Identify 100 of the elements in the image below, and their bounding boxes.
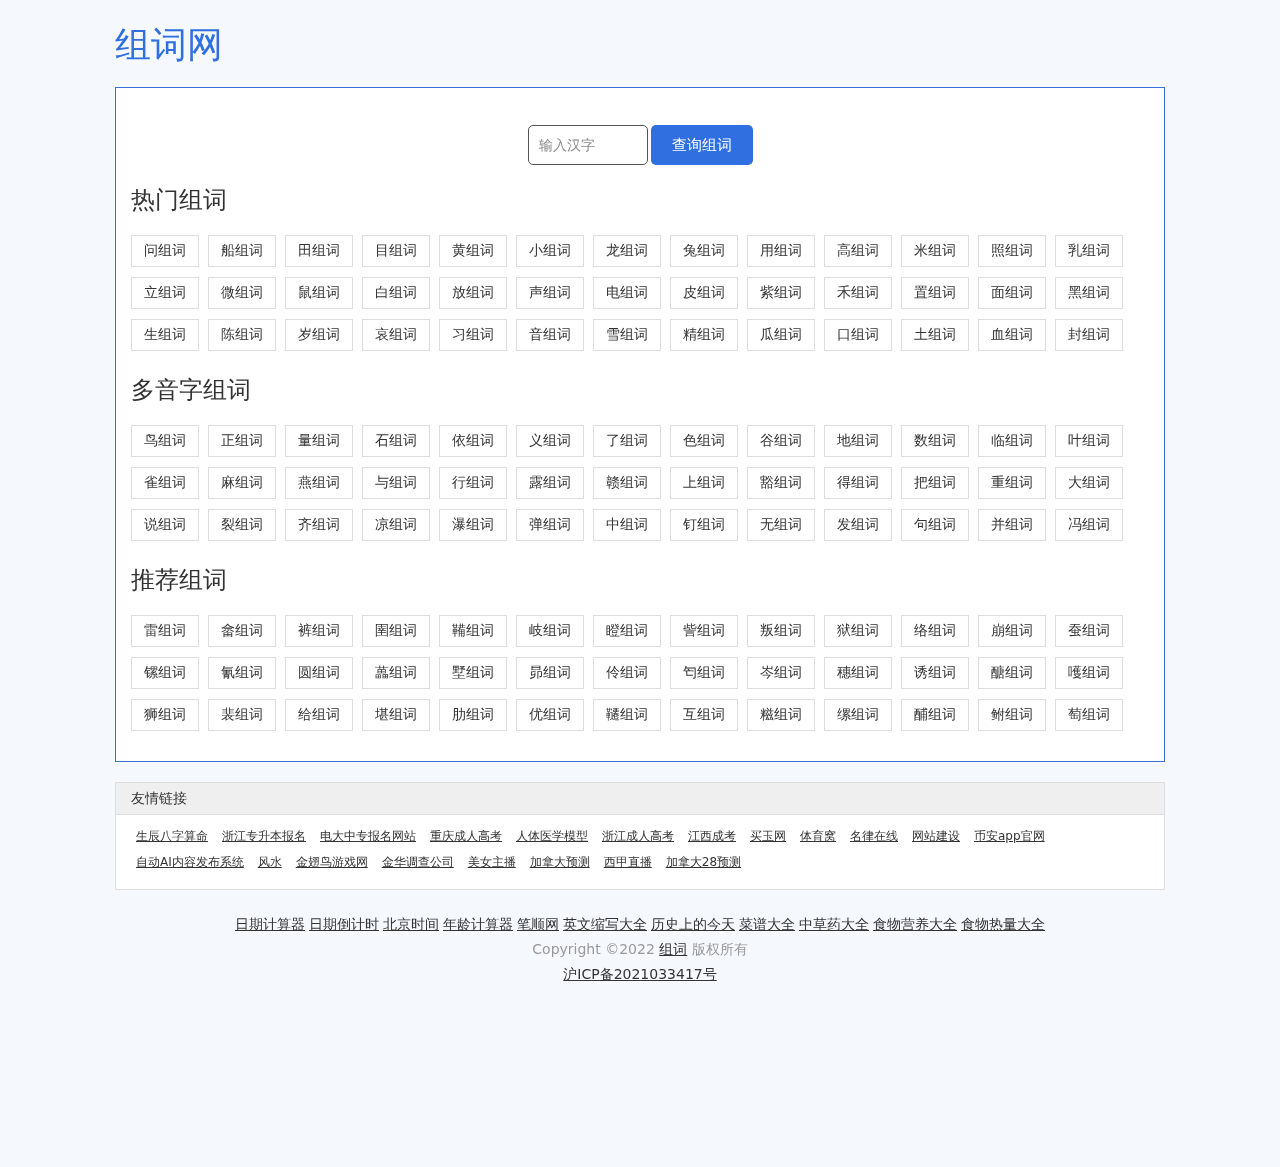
footer-link[interactable]: 食物营养大全 — [873, 912, 957, 937]
footer-link[interactable]: 北京时间 — [383, 912, 439, 937]
word-tag[interactable]: 中组词 — [593, 509, 661, 541]
word-tag[interactable]: 凉组词 — [362, 509, 430, 541]
friend-link[interactable]: 浙江成人高考 — [602, 827, 674, 845]
word-tag[interactable]: 岁组词 — [285, 319, 353, 351]
word-tag[interactable]: 依组词 — [439, 425, 507, 457]
friend-link[interactable]: 金华调查公司 — [381, 853, 454, 871]
word-tag[interactable]: 地组词 — [824, 425, 892, 457]
word-tag[interactable]: 圆组词 — [285, 657, 353, 689]
site-logo[interactable]: 组词网 — [115, 24, 223, 65]
word-tag[interactable]: 畲组词 — [208, 615, 276, 647]
word-tag[interactable]: 数组词 — [901, 425, 969, 457]
friend-link[interactable]: 重庆成人高考 — [430, 827, 502, 845]
word-tag[interactable]: 立组词 — [131, 277, 199, 309]
word-tag[interactable]: 弹组词 — [516, 509, 584, 541]
word-tag[interactable]: 黄组词 — [439, 235, 507, 267]
word-tag[interactable]: 目组词 — [362, 235, 430, 267]
word-tag[interactable]: 瓜组词 — [747, 319, 815, 351]
word-tag[interactable]: 了组词 — [593, 425, 661, 457]
word-tag[interactable]: 封组词 — [1055, 319, 1123, 351]
word-tag[interactable]: 雪组词 — [593, 319, 661, 351]
footer-link[interactable]: 食物热量大全 — [961, 912, 1045, 937]
word-tag[interactable]: 昴组词 — [516, 657, 584, 689]
word-tag[interactable]: 镙组词 — [131, 657, 199, 689]
footer-link[interactable]: 笔顺网 — [517, 912, 559, 937]
word-tag[interactable]: 色组词 — [670, 425, 738, 457]
word-tag[interactable]: 电组词 — [593, 277, 661, 309]
word-tag[interactable]: 黑组词 — [1055, 277, 1123, 309]
word-tag[interactable]: 血组词 — [978, 319, 1046, 351]
word-tag[interactable]: 行组词 — [439, 467, 507, 499]
word-tag[interactable]: 韆组词 — [593, 699, 661, 731]
word-tag[interactable]: 无组词 — [747, 509, 815, 541]
word-tag[interactable]: 叶组词 — [1055, 425, 1123, 457]
friend-link[interactable]: 人体医学模型 — [516, 827, 588, 845]
word-tag[interactable]: 裴组词 — [208, 699, 276, 731]
friend-link[interactable]: 自动AI内容发布系统 — [136, 853, 244, 871]
word-tag[interactable]: 诱组词 — [901, 657, 969, 689]
word-tag[interactable]: 穗组词 — [824, 657, 892, 689]
word-tag[interactable]: 雷组词 — [131, 615, 199, 647]
word-tag[interactable]: 藟组词 — [362, 657, 430, 689]
word-tag[interactable]: 米组词 — [901, 235, 969, 267]
word-tag[interactable]: 音组词 — [516, 319, 584, 351]
friend-link[interactable]: 名律在线 — [850, 827, 898, 845]
word-tag[interactable]: 互组词 — [670, 699, 738, 731]
word-tag[interactable]: 豁组词 — [747, 467, 815, 499]
word-tag[interactable]: 面组词 — [978, 277, 1046, 309]
word-tag[interactable]: 嚄组词 — [1055, 657, 1123, 689]
word-tag[interactable]: 狱组词 — [824, 615, 892, 647]
footer-link[interactable]: 日期倒计时 — [309, 912, 379, 937]
word-tag[interactable]: 皮组词 — [670, 277, 738, 309]
friend-link[interactable]: 加拿大28预测 — [665, 853, 742, 871]
friend-link[interactable]: 体育窝 — [800, 827, 836, 845]
word-tag[interactable]: 小组词 — [516, 235, 584, 267]
word-tag[interactable]: 冯组词 — [1055, 509, 1123, 541]
icp-link[interactable]: 沪ICP备2021033417号 — [563, 966, 717, 982]
word-tag[interactable]: 糍组词 — [747, 699, 815, 731]
word-tag[interactable]: 给组词 — [285, 699, 353, 731]
word-tag[interactable]: 句组词 — [901, 509, 969, 541]
word-tag[interactable]: 土组词 — [901, 319, 969, 351]
friend-link[interactable]: 电大中专报名网站 — [320, 827, 416, 845]
word-tag[interactable]: 大组词 — [1055, 467, 1123, 499]
friend-link[interactable]: 美女主播 — [467, 853, 516, 871]
word-tag[interactable]: 裂组词 — [208, 509, 276, 541]
word-tag[interactable]: 问组词 — [131, 235, 199, 267]
word-tag[interactable]: 圉组词 — [362, 615, 430, 647]
word-tag[interactable]: 钉组词 — [670, 509, 738, 541]
friend-link[interactable]: 浙江专升本报名 — [222, 827, 306, 845]
word-tag[interactable]: 萄组词 — [1055, 699, 1123, 731]
word-tag[interactable]: 麻组词 — [208, 467, 276, 499]
word-tag[interactable]: 岑组词 — [747, 657, 815, 689]
word-tag[interactable]: 裤组词 — [285, 615, 353, 647]
word-tag[interactable]: 声组词 — [516, 277, 584, 309]
word-tag[interactable]: 匄组词 — [670, 657, 738, 689]
word-tag[interactable]: 量组词 — [285, 425, 353, 457]
word-tag[interactable]: 鲋组词 — [978, 699, 1046, 731]
word-tag[interactable]: 瞪组词 — [593, 615, 661, 647]
word-tag[interactable]: 得组词 — [824, 467, 892, 499]
word-tag[interactable]: 崩组词 — [978, 615, 1046, 647]
word-tag[interactable]: 雀组词 — [131, 467, 199, 499]
word-tag[interactable]: 田组词 — [285, 235, 353, 267]
footer-link[interactable]: 菜谱大全 — [739, 912, 795, 937]
friend-link[interactable]: 生辰八字算命 — [136, 827, 208, 845]
word-tag[interactable]: 重组词 — [978, 467, 1046, 499]
word-tag[interactable]: 微组词 — [208, 277, 276, 309]
word-tag[interactable]: 精组词 — [670, 319, 738, 351]
word-tag[interactable]: 口组词 — [824, 319, 892, 351]
word-tag[interactable]: 伶组词 — [593, 657, 661, 689]
friend-link[interactable]: 加拿大预测 — [529, 853, 590, 871]
search-field[interactable]: 输入汉字 — [527, 125, 648, 165]
word-tag[interactable]: 岐组词 — [516, 615, 584, 647]
word-tag[interactable]: 缧组词 — [824, 699, 892, 731]
word-tag[interactable]: 氰组词 — [208, 657, 276, 689]
word-tag[interactable]: 置组词 — [901, 277, 969, 309]
word-tag[interactable]: 谷组词 — [747, 425, 815, 457]
word-tag[interactable]: 鸟组词 — [131, 425, 199, 457]
word-tag[interactable]: 酺组词 — [901, 699, 969, 731]
word-tag[interactable]: 肋组词 — [439, 699, 507, 731]
friend-link[interactable]: 买玉网 — [750, 827, 786, 845]
word-tag[interactable]: 哀组词 — [362, 319, 430, 351]
